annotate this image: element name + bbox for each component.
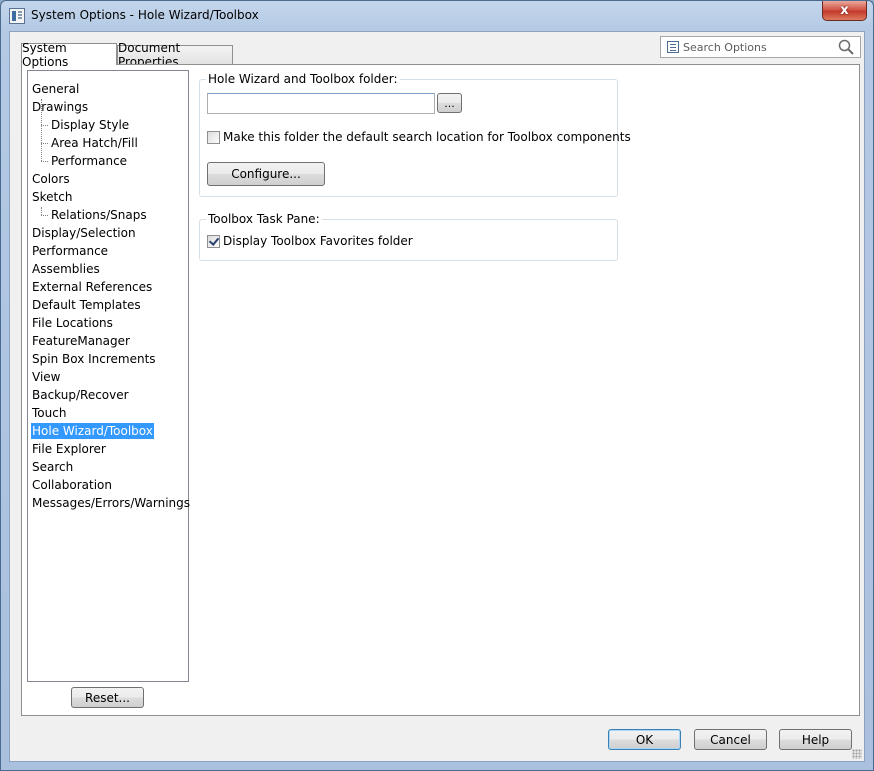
toolbox-folder-input[interactable]	[207, 93, 435, 114]
reset-button[interactable]: Reset...	[71, 687, 144, 708]
tree-item-spin-box-increments[interactable]: Spin Box Increments	[31, 351, 157, 367]
search-input[interactable]	[683, 39, 833, 55]
tree-item-hole-wizard-toolbox[interactable]: Hole Wizard/Toolbox	[31, 423, 154, 439]
default-search-location-checkbox[interactable]	[207, 130, 220, 144]
search-list-icon[interactable]	[667, 41, 679, 53]
tree-item-assemblies[interactable]: Assemblies	[31, 261, 101, 277]
tree-item-area-hatch-fill[interactable]: Area Hatch/Fill	[50, 135, 139, 151]
title-bar[interactable]: System Options - Hole Wizard/Toolbox x	[1, 1, 873, 31]
tree-connector	[41, 215, 48, 216]
resize-grip-icon[interactable]	[852, 749, 862, 759]
system-options-panel: General Drawings Display Style Area Hatc…	[21, 64, 860, 716]
default-search-location-checkbox-row[interactable]: Make this folder the default search loca…	[207, 130, 631, 144]
tree-connector	[41, 125, 48, 126]
tree-item-relations-snaps[interactable]: Relations/Snaps	[50, 207, 148, 223]
display-favorites-checkbox-row[interactable]: Display Toolbox Favorites folder	[207, 234, 413, 248]
tree-item-performance[interactable]: Performance	[31, 243, 109, 259]
checkbox-label: Make this folder the default search loca…	[223, 130, 631, 144]
tree-connector	[41, 207, 42, 215]
tree-item-sketch[interactable]: Sketch	[31, 189, 73, 205]
app-window-icon	[9, 8, 25, 24]
tree-item-file-explorer[interactable]: File Explorer	[31, 441, 107, 457]
tree-item-search[interactable]: Search	[31, 459, 74, 475]
tree-connector	[41, 161, 48, 162]
cancel-button[interactable]: Cancel	[694, 729, 767, 750]
tree-item-file-locations[interactable]: File Locations	[31, 315, 114, 331]
group-label: Toolbox Task Pane:	[206, 212, 322, 226]
tree-item-default-templates[interactable]: Default Templates	[31, 297, 142, 313]
tree-item-display-selection[interactable]: Display/Selection	[31, 225, 137, 241]
tree-item-view[interactable]: View	[31, 369, 61, 385]
checkbox-label: Display Toolbox Favorites folder	[223, 234, 413, 248]
tree-item-display-style[interactable]: Display Style	[50, 117, 130, 133]
display-favorites-checkbox[interactable]	[207, 234, 220, 248]
tree-item-colors[interactable]: Colors	[31, 171, 71, 187]
ok-button[interactable]: OK	[608, 729, 681, 750]
tab-system-options[interactable]: System Options	[21, 41, 117, 69]
system-options-window: System Options - Hole Wizard/Toolbox x S…	[0, 0, 874, 771]
browse-folder-button[interactable]: ...	[437, 93, 462, 113]
tree-item-drawings[interactable]: Drawings	[31, 99, 89, 115]
options-tree[interactable]: General Drawings Display Style Area Hatc…	[27, 70, 191, 682]
help-button[interactable]: Help	[779, 729, 852, 750]
tree-connector	[41, 143, 48, 144]
group-label: Hole Wizard and Toolbox folder:	[206, 72, 400, 86]
tree-item-external-references[interactable]: External References	[31, 279, 153, 295]
tree-item-featuremanager[interactable]: FeatureManager	[31, 333, 131, 349]
tree-item-touch[interactable]: Touch	[31, 405, 67, 421]
tree-item-drawings-performance[interactable]: Performance	[50, 153, 128, 169]
window-title: System Options - Hole Wizard/Toolbox	[31, 8, 259, 22]
close-icon: x	[840, 3, 849, 18]
dialog-client-area: System Options Document Properties Searc…	[9, 31, 865, 762]
configure-button[interactable]: Configure...	[207, 162, 325, 186]
close-button[interactable]: x	[822, 1, 867, 21]
search-options-box[interactable]	[660, 36, 861, 58]
tree-item-messages-errors-warnings[interactable]: Messages/Errors/Warnings	[31, 495, 191, 511]
tab-label: System Options	[22, 40, 69, 69]
tree-item-backup-recover[interactable]: Backup/Recover	[31, 387, 130, 403]
search-icon[interactable]	[838, 39, 854, 55]
tree-item-general[interactable]: General	[31, 81, 80, 97]
hole-wizard-toolbox-folder-group: Hole Wizard and Toolbox folder: ... Make…	[199, 72, 631, 197]
tree-item-collaboration[interactable]: Collaboration	[31, 477, 113, 493]
toolbox-task-pane-group: Toolbox Task Pane: Display Toolbox Favor…	[199, 212, 618, 261]
tab-document-properties[interactable]: Document Properties	[117, 41, 233, 69]
